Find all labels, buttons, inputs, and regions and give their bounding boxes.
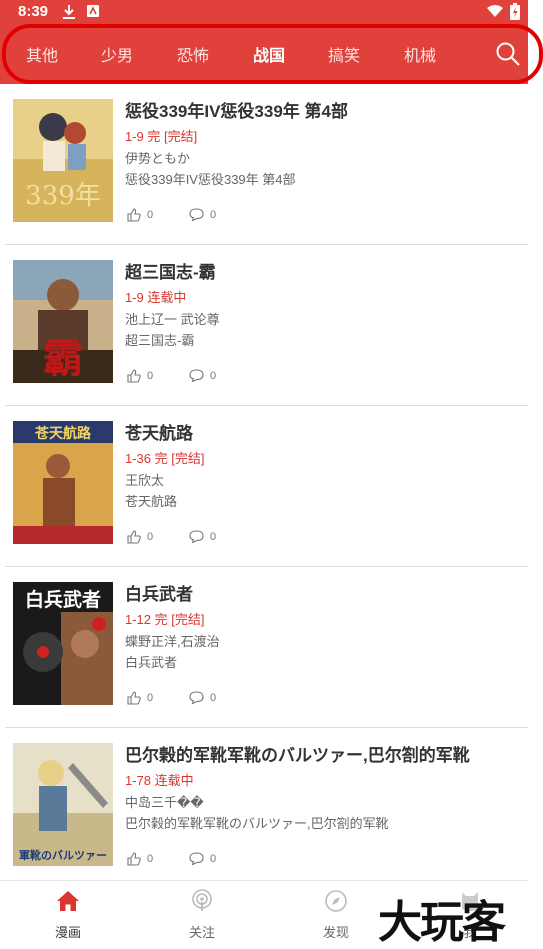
comment-count[interactable]: 0	[189, 530, 216, 543]
thumbs-up-icon	[127, 691, 141, 705]
tab-sengoku[interactable]: 战国	[241, 42, 297, 66]
like-count[interactable]: 0	[127, 530, 153, 544]
svg-text:軍靴のバルツァー: 軍靴のバルツァー	[19, 848, 107, 862]
status-time: 8:39	[18, 3, 49, 20]
svg-text:白兵武者: 白兵武者	[25, 588, 101, 611]
list-item[interactable]: 白兵武者 白兵武者 1-12 完 [完结] 蝶野正洋,石渡治 白兵武者 0 0	[5, 567, 528, 728]
comic-cover[interactable]: 軍靴のバルツァー	[13, 743, 113, 866]
tab-mecha[interactable]: 机械	[392, 42, 448, 66]
like-count[interactable]: 0	[127, 208, 153, 222]
nav-comics[interactable]: 漫画	[33, 889, 103, 941]
comic-author: 王欣太	[125, 473, 165, 488]
comic-title[interactable]: 白兵武者	[125, 580, 193, 605]
svg-text:苍天航路: 苍天航路	[34, 425, 92, 442]
tab-comedy[interactable]: 搞笑	[316, 42, 372, 66]
comic-status: 1-12 完 [完结]	[125, 612, 205, 627]
wifi-icon	[486, 4, 504, 23]
comment-icon	[189, 369, 204, 382]
comment-icon	[189, 852, 204, 865]
tab-horror[interactable]: 恐怖	[165, 42, 221, 66]
comic-cover[interactable]: 白兵武者	[13, 582, 113, 705]
thumbs-up-icon	[127, 530, 141, 544]
comment-count[interactable]: 0	[189, 369, 216, 382]
comic-description: 巴尔榖的军靴军靴のバルツァー,巴尔劄的军靴	[125, 816, 389, 831]
nav-discover[interactable]: 发现	[301, 889, 371, 941]
comic-description: 白兵武者	[125, 655, 178, 670]
comic-title[interactable]: 惩役339年IV惩役339年 第4部	[125, 97, 348, 122]
nav-comics-label: 漫画	[54, 925, 81, 940]
list-item[interactable]: 霸 超三国志-霸 1-9 连载中 池上辽一 武论尊 超三国志-霸 0 0	[5, 245, 528, 406]
comic-author: 蝶野正洋,石渡治	[125, 634, 220, 649]
comic-description: 惩役339年IV惩役339年 第4部	[125, 172, 296, 187]
tab-other[interactable]: 其他	[14, 42, 70, 66]
download-icon	[62, 4, 76, 25]
comment-icon	[189, 691, 204, 704]
nav-follow-label: 关注	[188, 925, 215, 940]
list-item[interactable]: 苍天航路 苍天航路 1-36 完 [完结] 王欣太 苍天航路 0 0	[5, 406, 528, 567]
category-tabs: 其他 少男 恐怖 战国 搞笑 机械	[0, 26, 528, 82]
comic-title[interactable]: 巴尔榖的军靴军靴のバルツァー,巴尔劄的军靴	[125, 741, 470, 766]
nav-discover-label: 发现	[322, 925, 349, 940]
comic-author: 伊势ともか	[125, 151, 191, 166]
like-count[interactable]: 0	[127, 852, 153, 866]
comic-title[interactable]: 超三国志-霸	[125, 258, 216, 283]
tab-shonen[interactable]: 少男	[89, 42, 145, 66]
comic-status: 1-78 连载中	[125, 773, 194, 788]
status-bar: 8:39	[0, 0, 528, 26]
comment-count[interactable]: 0	[189, 691, 216, 704]
nav-follow[interactable]: 关注	[167, 889, 237, 941]
svg-text:霸: 霸	[43, 335, 83, 382]
comic-description: 苍天航路	[125, 494, 178, 509]
comic-cover[interactable]: 霸	[13, 260, 113, 383]
like-count[interactable]: 0	[127, 369, 153, 383]
compass-icon	[323, 890, 349, 917]
comic-description: 超三国志-霸	[125, 333, 195, 348]
comic-author: 中岛三千��	[125, 795, 204, 810]
thumbs-up-icon	[127, 208, 141, 222]
list-item[interactable]: 軍靴のバルツァー 巴尔榖的军靴军靴のバルツァー,巴尔劄的军靴 1-78 连载中 …	[5, 728, 528, 889]
comic-status: 1-36 完 [完结]	[125, 451, 205, 466]
comic-cover[interactable]: 339年	[13, 99, 113, 222]
right-margin	[528, 0, 543, 949]
comic-status: 1-9 连载中	[125, 290, 187, 305]
like-count[interactable]: 0	[127, 691, 153, 705]
thumbs-up-icon	[127, 369, 141, 383]
comic-author: 池上辽一 武论尊	[125, 312, 220, 327]
svg-text:339年: 339年	[25, 181, 101, 211]
list-item[interactable]: 339年 惩役339年IV惩役339年 第4部 1-9 完 [完结] 伊势ともか…	[5, 84, 528, 245]
comic-status: 1-9 完 [完结]	[125, 129, 198, 144]
notification-icon	[86, 4, 100, 23]
search-icon[interactable]	[494, 40, 522, 68]
podcast-icon	[189, 889, 215, 917]
comic-cover[interactable]: 苍天航路	[13, 421, 113, 544]
comment-count[interactable]: 0	[189, 852, 216, 865]
thumbs-up-icon	[127, 852, 141, 866]
comment-icon	[189, 208, 204, 221]
comment-count[interactable]: 0	[189, 208, 216, 221]
watermark: 大玩客	[378, 898, 506, 947]
battery-icon	[510, 3, 520, 25]
home-icon	[55, 891, 81, 917]
comic-title[interactable]: 苍天航路	[125, 419, 193, 444]
comment-icon	[189, 530, 204, 543]
